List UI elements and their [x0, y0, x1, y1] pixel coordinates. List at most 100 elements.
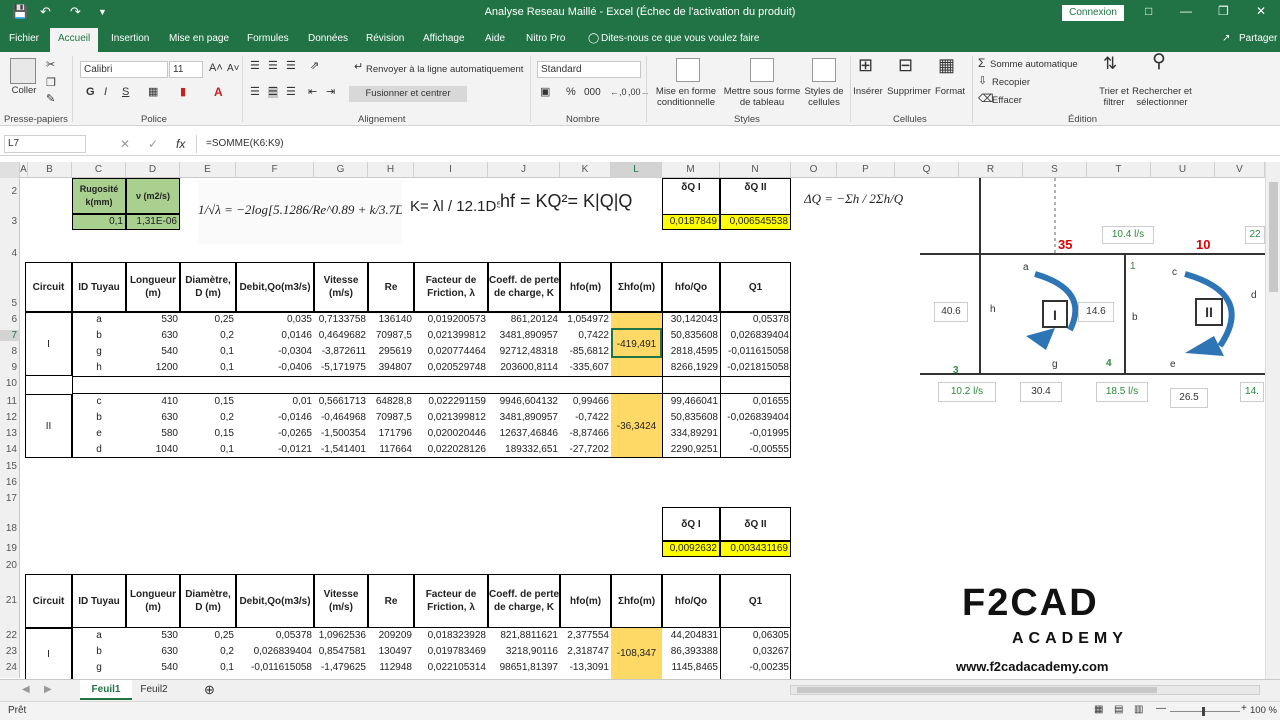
- reynolds-cell[interactable]: 70987,5: [368, 411, 414, 424]
- velocity-cell[interactable]: 0,8547581: [314, 645, 368, 658]
- flow-cell[interactable]: -0,0146: [236, 411, 314, 424]
- function-icon[interactable]: fx: [176, 137, 185, 151]
- tab-affichage[interactable]: Affichage: [423, 33, 465, 44]
- row-header-selected[interactable]: 7: [0, 330, 20, 341]
- ribbon-display-icon[interactable]: □: [1145, 4, 1152, 18]
- find-icon[interactable]: ⚲: [1152, 52, 1166, 71]
- format-painter-icon[interactable]: ✎: [46, 94, 55, 105]
- grow-font-icon[interactable]: A˄: [209, 63, 223, 74]
- next-sheet-icon[interactable]: ▶: [44, 684, 52, 695]
- friction-cell[interactable]: 0,021399812: [414, 411, 488, 424]
- hf-cell[interactable]: -0,7422: [560, 411, 611, 424]
- hf-q-cell[interactable]: 44,204831: [662, 629, 720, 642]
- align-middle-icon[interactable]: ☰: [268, 61, 278, 72]
- normal-view-icon[interactable]: ▦: [1094, 704, 1103, 715]
- hf-cell[interactable]: -27,7202: [560, 443, 611, 456]
- borders-icon[interactable]: ▦: [148, 87, 158, 98]
- diameter-cell[interactable]: 0,1: [180, 661, 236, 674]
- diameter-cell[interactable]: 0,2: [180, 411, 236, 424]
- conditional-format-button[interactable]: Mise en forme conditionnelle: [650, 86, 722, 108]
- add-sheet-icon[interactable]: ⊕: [204, 682, 215, 698]
- row-header[interactable]: 4: [0, 248, 20, 259]
- col-header[interactable]: I: [414, 162, 488, 178]
- k-cell[interactable]: 12637,46846: [488, 427, 560, 440]
- row-header[interactable]: 9: [0, 362, 20, 373]
- autosum-button[interactable]: Somme automatique: [990, 59, 1078, 70]
- sort-filter-button[interactable]: Trier et filtrer: [1098, 86, 1130, 108]
- k-cell[interactable]: 189332,651: [488, 443, 560, 456]
- flow-cell[interactable]: -0,0121: [236, 443, 314, 456]
- tab-fichier[interactable]: Fichier: [9, 33, 39, 44]
- diameter-cell[interactable]: 0,2: [180, 645, 236, 658]
- hf-q-cell[interactable]: 30,142043: [662, 313, 720, 326]
- pipe-id[interactable]: e: [72, 427, 126, 440]
- flow-cell[interactable]: 0,026839404: [236, 645, 314, 658]
- align-left-icon[interactable]: ☰: [250, 87, 260, 98]
- login-button[interactable]: Connexion: [1062, 5, 1124, 21]
- rugosity-value[interactable]: 0,1: [72, 214, 126, 230]
- insert-cells-button[interactable]: Insérer: [850, 86, 886, 97]
- pipe-id[interactable]: a: [72, 629, 126, 642]
- align-center-icon[interactable]: ☰: [268, 87, 278, 98]
- length-cell[interactable]: 630: [126, 329, 180, 342]
- hf-cell[interactable]: -85,6812: [560, 345, 611, 358]
- col-header[interactable]: N: [720, 162, 791, 178]
- row-header[interactable]: 15: [0, 461, 20, 472]
- autosum-icon[interactable]: Σ: [978, 57, 985, 69]
- vertical-scrollbar[interactable]: [1265, 162, 1280, 679]
- row-header[interactable]: 14: [0, 444, 20, 455]
- velocity-cell[interactable]: -5,171975: [314, 361, 368, 374]
- delete-cells-icon[interactable]: ⊟: [898, 56, 913, 74]
- table-format-icon[interactable]: [750, 58, 774, 82]
- col-header[interactable]: O: [791, 162, 837, 178]
- reynolds-cell[interactable]: 171796: [368, 427, 414, 440]
- velocity-cell[interactable]: -1,479625: [314, 661, 368, 674]
- row-header[interactable]: 10: [0, 378, 20, 389]
- circuit-label[interactable]: I: [25, 312, 72, 376]
- q1-cell[interactable]: 0,05378: [720, 313, 791, 326]
- tab-nitro[interactable]: Nitro Pro: [526, 33, 565, 44]
- friction-cell[interactable]: 0,021399812: [414, 329, 488, 342]
- row-header[interactable]: 16: [0, 477, 20, 488]
- wrap-text-icon[interactable]: ↵: [354, 62, 363, 73]
- percent-icon[interactable]: %: [566, 87, 576, 98]
- hf-q-cell[interactable]: 50,835608: [662, 411, 720, 424]
- hf-q-cell[interactable]: 50,835608: [662, 329, 720, 342]
- col-header-selected[interactable]: L: [611, 162, 662, 178]
- insert-cells-icon[interactable]: ⊞: [858, 56, 873, 74]
- network-diagram[interactable]: [920, 178, 1265, 413]
- flow-cell[interactable]: -0,0406: [236, 361, 314, 374]
- scrollbar-thumb[interactable]: [797, 687, 1157, 693]
- sum-hf-value[interactable]: -36,3424: [611, 394, 662, 458]
- reynolds-cell[interactable]: 117664: [368, 443, 414, 456]
- tell-me-input[interactable]: Dites-nous ce que vous voulez faire: [601, 33, 759, 44]
- flow-cell[interactable]: 0,0146: [236, 329, 314, 342]
- diameter-cell[interactable]: 0,25: [180, 629, 236, 642]
- tab-mise-en-page[interactable]: Mise en page: [169, 33, 229, 44]
- delta-q2-value[interactable]: 0,006545538: [720, 214, 791, 230]
- flow-cell[interactable]: 0,05378: [236, 629, 314, 642]
- cell-styles-button[interactable]: Styles de cellules: [800, 86, 848, 108]
- row-header[interactable]: 13: [0, 428, 20, 439]
- friction-cell[interactable]: 0,022028126: [414, 443, 488, 456]
- col-header[interactable]: E: [180, 162, 236, 178]
- sum-hf-value[interactable]: -108,347: [611, 628, 662, 679]
- diameter-cell[interactable]: 0,1: [180, 361, 236, 374]
- col-header[interactable]: D: [126, 162, 180, 178]
- format-cells-icon[interactable]: ▦: [938, 56, 955, 74]
- length-cell[interactable]: 530: [126, 629, 180, 642]
- hf-cell[interactable]: 2,377554: [560, 629, 611, 642]
- friction-cell[interactable]: 0,018323928: [414, 629, 488, 642]
- hf-cell[interactable]: 0,7422: [560, 329, 611, 342]
- flow-cell[interactable]: -0,0265: [236, 427, 314, 440]
- font-color-icon[interactable]: A: [214, 86, 223, 98]
- tab-revision[interactable]: Révision: [366, 33, 404, 44]
- col-header[interactable]: V: [1215, 162, 1265, 178]
- sheet-tab-feuil2[interactable]: Feuil2: [134, 680, 174, 700]
- reynolds-cell[interactable]: 394807: [368, 361, 414, 374]
- cut-icon[interactable]: ✂: [46, 60, 55, 71]
- k-cell[interactable]: 203600,8114: [488, 361, 560, 374]
- zoom-slider[interactable]: [1170, 711, 1240, 712]
- empty-row[interactable]: [72, 376, 791, 394]
- pipe-id[interactable]: a: [72, 313, 126, 326]
